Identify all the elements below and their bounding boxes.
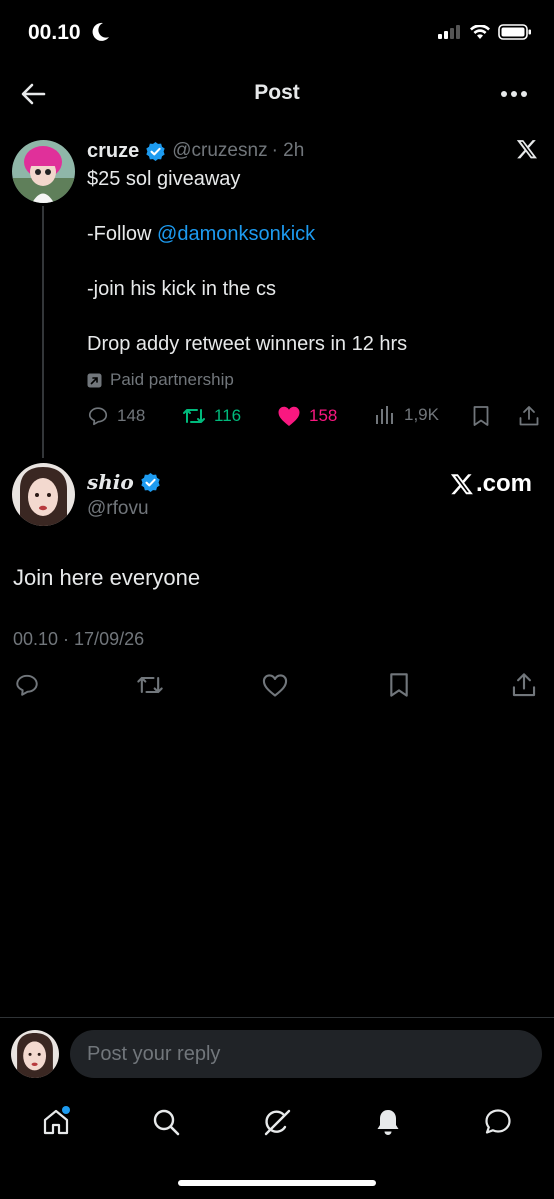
bookmark-icon[interactable] xyxy=(387,672,411,698)
grok-icon xyxy=(264,1109,291,1136)
views-action[interactable]: 1,9K xyxy=(374,405,439,425)
reply-input[interactable] xyxy=(70,1030,542,1078)
main-author-name[interactable]: shio xyxy=(87,470,134,494)
x-logo-icon xyxy=(450,474,473,495)
verified-icon xyxy=(146,141,165,161)
reply-icon[interactable] xyxy=(14,672,40,698)
search-icon xyxy=(153,1109,180,1136)
nav-search[interactable] xyxy=(146,1102,186,1142)
author-handle[interactable]: @cruzesnz xyxy=(172,140,267,162)
verified-icon xyxy=(141,472,160,492)
retweet-icon[interactable] xyxy=(136,672,164,698)
paid-partnership-text: Paid partnership xyxy=(110,370,234,389)
thread-line xyxy=(42,206,44,458)
share-icon[interactable] xyxy=(511,672,537,698)
parent-action-bar: 148 116 158 1,9K xyxy=(87,402,540,432)
tweet-line-2-text: -Follow xyxy=(87,223,158,245)
bell-icon xyxy=(377,1110,399,1135)
nav-notifications[interactable] xyxy=(368,1102,408,1142)
notification-dot xyxy=(62,1106,70,1114)
avatar-cruze[interactable] xyxy=(12,140,75,203)
status-time: 00.10 xyxy=(28,21,81,44)
x-logo-icon xyxy=(516,140,537,159)
reply-action[interactable]: 148 xyxy=(87,405,145,427)
more-icon[interactable] xyxy=(500,90,528,98)
heart-icon[interactable] xyxy=(261,672,289,698)
retweet-action[interactable]: 116 xyxy=(182,405,241,427)
watermark-text: .com xyxy=(475,470,532,497)
mention-link[interactable]: @damonksonkick xyxy=(157,223,315,245)
views-icon xyxy=(376,406,393,424)
nav-grok[interactable] xyxy=(257,1102,297,1142)
bookmark-icon xyxy=(473,406,489,426)
my-avatar[interactable] xyxy=(11,1030,59,1078)
share-icon xyxy=(519,406,539,426)
retweet-icon xyxy=(183,409,205,423)
share-action[interactable] xyxy=(518,405,540,427)
x-com-watermark: .com xyxy=(450,470,532,498)
main-author-handle[interactable]: @rfovu xyxy=(87,498,149,520)
main-author-row: shio xyxy=(87,470,161,494)
cellular-signal-icon xyxy=(438,25,460,39)
like-count: 158 xyxy=(309,406,338,425)
focus-moon-icon xyxy=(92,22,109,41)
paid-partnership-icon xyxy=(87,373,102,387)
heart-filled-icon xyxy=(278,406,300,426)
tweet-line-1: $25 sol giveaway xyxy=(87,168,241,190)
nav-messages[interactable] xyxy=(478,1102,518,1142)
retweet-count: 116 xyxy=(214,406,242,425)
main-tweet-text: Join here everyone xyxy=(13,565,201,590)
post-header: Post xyxy=(0,62,554,126)
messages-icon xyxy=(485,1109,511,1134)
status-icons xyxy=(438,24,532,40)
paid-partnership-label[interactable]: Paid partnership xyxy=(87,370,234,390)
tweet-timestamp[interactable]: 00.10 · 17/09/26 xyxy=(13,629,144,650)
reply-count: 148 xyxy=(117,406,146,425)
avatar-shio[interactable] xyxy=(12,463,75,526)
page-title: Post xyxy=(254,81,300,104)
main-action-bar xyxy=(0,672,554,706)
reply-divider xyxy=(0,1017,554,1018)
tweet-line-4: Drop addy retweet winners in 12 hrs xyxy=(87,333,408,355)
status-bar: 00.10 xyxy=(0,0,554,62)
tweet-line-2: -Follow @damonksonkick xyxy=(87,223,315,246)
home-indicator xyxy=(178,1180,376,1186)
battery-icon xyxy=(498,24,531,40)
author-name[interactable]: cruze xyxy=(87,140,139,163)
bookmark-action[interactable] xyxy=(471,405,491,427)
time-ago: · 2h xyxy=(271,140,305,161)
bottom-nav xyxy=(0,1094,554,1150)
tweet-line-3: -join his kick in the cs xyxy=(87,278,276,300)
views-count: 1,9K xyxy=(404,405,439,424)
like-action[interactable]: 158 xyxy=(277,405,337,427)
nav-home[interactable] xyxy=(36,1102,76,1142)
reply-icon xyxy=(88,407,108,426)
parent-author-row: cruze @cruzesnz · 2h xyxy=(87,138,304,164)
wifi-icon xyxy=(470,24,490,39)
